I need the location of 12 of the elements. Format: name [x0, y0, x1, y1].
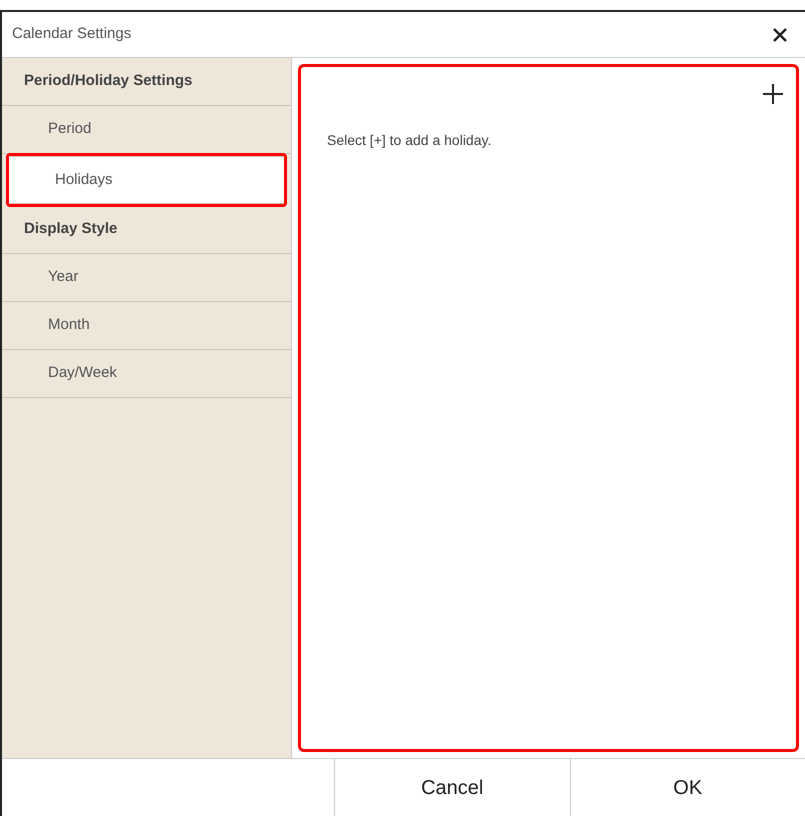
- sidebar-section: Period/Holiday Settings: [2, 58, 291, 106]
- plus-icon: [762, 83, 784, 105]
- sidebar-item[interactable]: Month: [2, 302, 291, 350]
- add-button[interactable]: [760, 81, 786, 107]
- close-icon: [772, 26, 788, 42]
- sidebar-item[interactable]: Holidays: [9, 156, 284, 204]
- window-title: Calendar Settings: [12, 24, 132, 44]
- sidebar-item[interactable]: Year: [2, 254, 291, 302]
- sidebar-item[interactable]: Day/Week: [2, 350, 291, 398]
- hint-text: Select [+] to add a holiday.: [327, 132, 492, 148]
- sidebar-section: Display Style: [2, 206, 291, 254]
- sidebar-item[interactable]: Period: [2, 106, 291, 154]
